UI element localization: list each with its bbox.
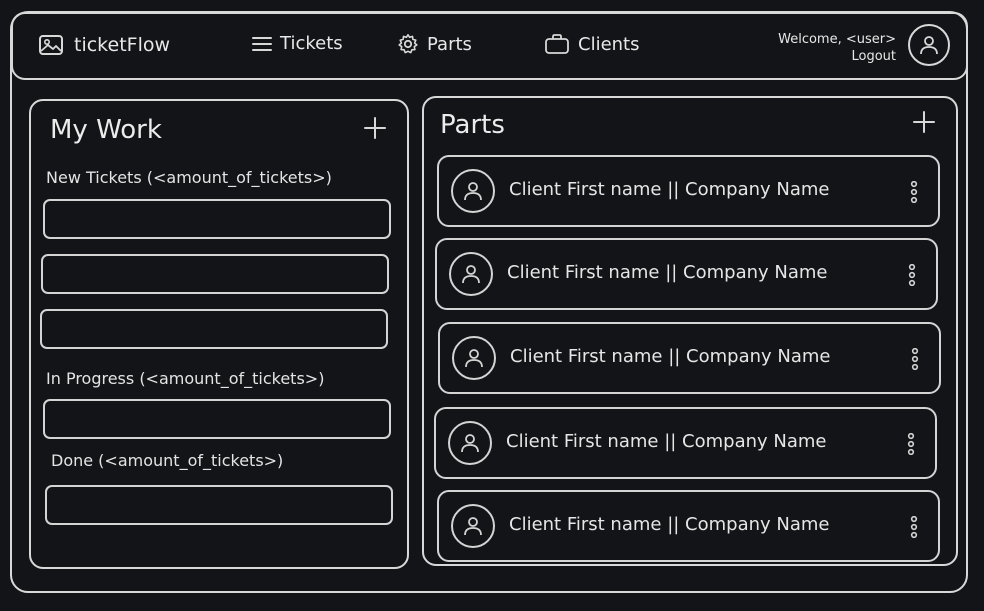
my-work-title: My Work [50, 115, 162, 145]
briefcase-icon [545, 34, 569, 54]
list-item[interactable]: Client First name || Company Name [437, 155, 940, 227]
nav-parts-label: Parts [427, 33, 472, 55]
kebab-menu-icon[interactable] [907, 433, 915, 455]
add-ticket-plus-icon[interactable] [363, 116, 387, 140]
kebab-menu-icon[interactable] [910, 181, 918, 203]
list-item[interactable]: Client First name || Company Name [438, 322, 941, 394]
nav-parts[interactable]: Parts [397, 33, 472, 55]
nav-tickets-label: Tickets [280, 33, 343, 54]
in-progress-label: In Progress (<amount_of_tickets>) [46, 369, 325, 388]
new-ticket-slot[interactable] [41, 254, 389, 294]
user-icon [464, 517, 482, 536]
new-tickets-label: New Tickets (<amount_of_tickets>) [46, 168, 332, 187]
list-item[interactable]: Client First name || Company Name [435, 238, 938, 310]
kebab-menu-icon[interactable] [910, 516, 918, 538]
nav-clients[interactable]: Clients [544, 33, 640, 55]
kebab-menu-icon[interactable] [911, 348, 919, 370]
image-icon [39, 35, 63, 55]
user-icon [465, 349, 483, 368]
new-ticket-slot[interactable] [40, 309, 388, 349]
list-item-label: Client First name || Company Name [507, 262, 828, 283]
add-part-plus-icon[interactable] [912, 110, 936, 134]
list-item-label: Client First name || Company Name [509, 179, 830, 200]
nav-tickets[interactable]: Tickets [252, 33, 343, 54]
avatar [451, 504, 495, 548]
user-icon [464, 182, 482, 201]
brand[interactable]: ticketFlow [38, 34, 170, 56]
menu-icon [252, 36, 272, 51]
list-item-label: Client First name || Company Name [510, 346, 831, 367]
parts-title: Parts [440, 110, 505, 140]
done-slot[interactable] [45, 485, 393, 525]
user-icon [461, 434, 479, 453]
list-item[interactable]: Client First name || Company Name [437, 490, 940, 562]
avatar [449, 252, 493, 296]
new-ticket-slot[interactable] [43, 199, 391, 239]
gear-icon [398, 34, 418, 54]
avatar [448, 421, 492, 465]
user-icon [920, 36, 938, 55]
logout-link[interactable]: Logout [778, 48, 896, 65]
kebab-menu-icon[interactable] [908, 264, 916, 286]
user-greeting: Welcome, <user> Logout [778, 31, 896, 65]
done-label: Done (<amount_of_tickets>) [51, 451, 284, 470]
brand-name: ticketFlow [74, 34, 171, 56]
user-avatar[interactable] [908, 24, 950, 66]
welcome-text: Welcome, <user> [778, 32, 896, 47]
list-item[interactable]: Client First name || Company Name [434, 407, 937, 479]
in-progress-slot[interactable] [43, 399, 391, 439]
avatar [452, 336, 496, 380]
user-icon [462, 265, 480, 284]
avatar [451, 169, 495, 213]
list-item-label: Client First name || Company Name [509, 514, 830, 535]
nav-clients-label: Clients [578, 33, 640, 55]
list-item-label: Client First name || Company Name [506, 431, 827, 452]
